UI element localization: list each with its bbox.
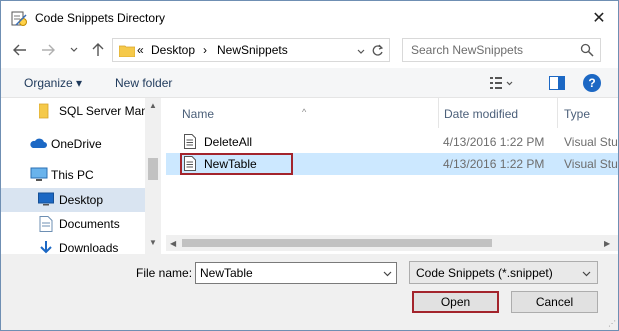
back-button[interactable] — [11, 41, 29, 59]
refresh-icon — [372, 44, 383, 56]
arrow-right-icon — [42, 44, 55, 56]
help-button[interactable]: ? — [583, 74, 601, 92]
view-options-button[interactable] — [490, 76, 514, 93]
navigation-pane-scrollbar[interactable]: ▲ ▼ — [145, 98, 161, 254]
scrollbar-thumb[interactable] — [148, 158, 158, 180]
snippet-file-icon — [184, 156, 196, 174]
documents-icon — [39, 216, 53, 235]
file-type: Visual Stu — [564, 135, 618, 149]
forward-button[interactable] — [39, 41, 57, 59]
file-name: NewTable — [204, 157, 257, 171]
column-header-label: Name — [182, 107, 215, 121]
desktop-icon — [38, 192, 54, 209]
navigation-pane: SQL Server Mana OneDrive This PC Desktop… — [1, 98, 161, 254]
scroll-left-arrow-icon[interactable]: ◀ — [170, 239, 176, 248]
nav-item-label: SQL Server Mana — [59, 104, 155, 118]
window-title: Code Snippets Directory — [35, 11, 166, 25]
organize-button[interactable]: Organize ▾ — [24, 76, 82, 90]
file-name-label: File name: — [136, 266, 193, 280]
column-header-name[interactable]: Name ^ — [166, 98, 438, 128]
file-list-horizontal-scrollbar[interactable]: ◀ ▶ — [166, 235, 618, 251]
chevron-down-icon — [357, 49, 365, 54]
file-list: Name ^ Date modified Type DeleteAll 4/13… — [166, 98, 618, 254]
column-header-label: Type — [564, 107, 591, 121]
computer-icon — [30, 167, 48, 185]
up-button[interactable] — [89, 41, 107, 59]
nav-item-documents[interactable]: Documents — [1, 212, 145, 236]
sort-ascending-icon: ^ — [302, 107, 307, 117]
dialog-footer: File name: NewTable Code Snippets (*.sni… — [1, 254, 618, 330]
arrow-left-icon — [13, 44, 26, 56]
view-list-icon — [490, 77, 513, 89]
column-header-date[interactable]: Date modified — [439, 98, 557, 128]
nav-item-downloads[interactable]: Downloads — [1, 236, 145, 254]
file-name-input[interactable]: NewTable — [200, 266, 253, 280]
nav-item-label: OneDrive — [51, 137, 102, 151]
nav-item-onedrive[interactable]: OneDrive — [1, 132, 145, 156]
folder-icon — [38, 103, 53, 122]
file-type-filter-value: Code Snippets (*.snippet) — [416, 266, 553, 280]
search-input[interactable]: Search NewSnippets — [411, 43, 523, 57]
file-row-deleteall[interactable]: DeleteAll 4/13/2016 1:22 PM Visual Stu — [166, 131, 618, 153]
arrow-up-icon — [92, 43, 104, 56]
scroll-down-arrow-icon[interactable]: ▼ — [149, 238, 157, 247]
cancel-button[interactable]: Cancel — [511, 291, 598, 313]
close-button[interactable]: ✕ — [588, 7, 610, 29]
file-date: 4/13/2016 1:22 PM — [443, 135, 545, 149]
file-row-newtable[interactable]: NewTable 4/13/2016 1:22 PM Visual Stu — [166, 153, 618, 175]
address-bar[interactable]: « Desktop › NewSnippets — [112, 38, 390, 62]
nav-item-label: Downloads — [59, 241, 119, 254]
breadcrumb-separator[interactable]: › — [203, 43, 207, 57]
nav-item-label: Documents — [59, 217, 120, 231]
command-toolbar: Organize ▾ New folder ? — [1, 68, 618, 98]
search-box[interactable]: Search NewSnippets — [402, 38, 601, 62]
title-bar: Code Snippets Directory ✕ — [1, 1, 618, 35]
scrollbar-thumb[interactable] — [182, 239, 492, 247]
nav-item-label: This PC — [51, 168, 94, 182]
open-button[interactable]: Open — [412, 291, 499, 313]
column-header-type[interactable]: Type — [558, 98, 618, 128]
recent-locations-button[interactable] — [67, 41, 81, 59]
resize-grip-icon[interactable]: ⋰ — [608, 319, 616, 328]
snippet-file-icon — [184, 134, 196, 152]
new-folder-button[interactable]: New folder — [115, 76, 172, 90]
preview-pane-button[interactable] — [549, 76, 565, 93]
file-name: DeleteAll — [204, 135, 253, 149]
search-icon — [580, 43, 594, 60]
folder-icon — [118, 44, 136, 60]
file-dialog-window: Code Snippets Directory ✕ « Desktop › Ne… — [0, 0, 619, 331]
chevron-down-icon[interactable] — [383, 266, 392, 280]
file-date: 4/13/2016 1:22 PM — [443, 157, 545, 171]
chevron-down-icon — [582, 266, 591, 280]
nav-item-this-pc[interactable]: This PC — [1, 163, 145, 187]
nav-item-sql-server[interactable]: SQL Server Mana — [1, 99, 155, 123]
breadcrumb-overflow[interactable]: « — [137, 43, 144, 57]
file-type: Visual Stu — [564, 157, 618, 171]
chevron-down-icon — [70, 47, 78, 52]
breadcrumb-desktop[interactable]: Desktop — [151, 43, 195, 57]
nav-item-desktop[interactable]: Desktop — [1, 188, 145, 212]
cloud-icon — [29, 136, 47, 153]
file-type-filter-select[interactable]: Code Snippets (*.snippet) — [409, 261, 598, 284]
scroll-up-arrow-icon[interactable]: ▲ — [149, 101, 157, 110]
preview-pane-icon — [549, 76, 565, 90]
breadcrumb-newsnippets[interactable]: NewSnippets — [217, 43, 288, 57]
download-icon — [39, 240, 53, 254]
app-icon — [10, 10, 28, 28]
column-header-label: Date modified — [444, 107, 519, 121]
scroll-right-arrow-icon[interactable]: ▶ — [604, 239, 610, 248]
refresh-button[interactable] — [369, 42, 385, 58]
file-name-combobox[interactable]: NewTable — [195, 262, 397, 284]
address-dropdown-button[interactable] — [357, 44, 365, 58]
nav-item-label: Desktop — [59, 193, 104, 207]
